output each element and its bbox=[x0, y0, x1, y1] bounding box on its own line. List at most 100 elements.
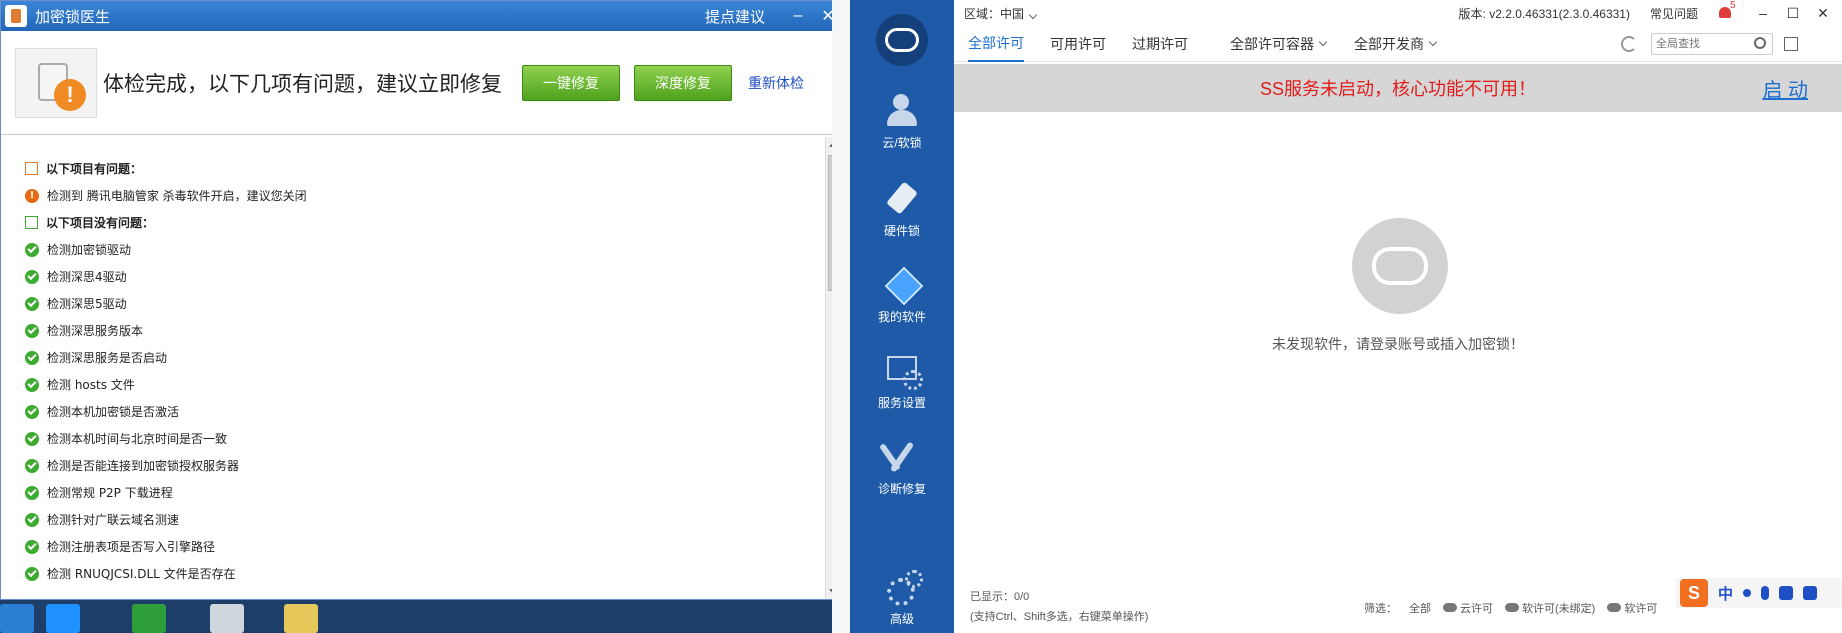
filter-soft[interactable]: 软许可 bbox=[1607, 600, 1657, 616]
check-circle-icon bbox=[25, 269, 39, 284]
license-manager-window: 云/软锁 硬件锁 我的软件 服务设置 诊断修复 高级 区域：中国 版本: v2.… bbox=[850, 0, 1842, 633]
check-circle-icon bbox=[25, 404, 39, 419]
wrench-icon bbox=[883, 438, 921, 476]
tab-all-licenses[interactable]: 全部许可 bbox=[968, 26, 1024, 62]
container-filter-dropdown[interactable]: 全部许可容器 bbox=[1230, 26, 1328, 62]
filter-soft-unbound[interactable]: 软许可(未绑定) bbox=[1505, 600, 1595, 616]
taskbar bbox=[0, 600, 842, 633]
microphone-icon[interactable] bbox=[1761, 586, 1770, 600]
tab-expired-licenses[interactable]: 过期许可 bbox=[1132, 26, 1188, 62]
suggest-link[interactable]: 提点建议 bbox=[705, 6, 765, 27]
service-settings-icon bbox=[883, 352, 923, 390]
keyboard-icon[interactable] bbox=[1779, 586, 1794, 600]
check-circle-icon bbox=[25, 242, 39, 257]
main-panel: 区域：中国 版本: v2.2.0.46331(2.3.0.46331) 常见问题… bbox=[954, 0, 1842, 633]
tab-available-licenses[interactable]: 可用许可 bbox=[1050, 26, 1106, 62]
filter-label: 筛选： bbox=[1364, 603, 1397, 615]
sidebar-item-hardware-lock[interactable]: 硬件锁 bbox=[850, 180, 954, 239]
check-item-text: 检测常规 P2P 下载进程 bbox=[47, 486, 173, 500]
alert-message: SS服务未启动，核心功能不可用！ bbox=[1259, 79, 1536, 99]
usb-key-icon bbox=[883, 180, 921, 218]
recheck-link[interactable]: 重新体检 bbox=[748, 73, 804, 93]
taskbar-app-icon[interactable] bbox=[210, 604, 244, 633]
refresh-icon[interactable] bbox=[1621, 36, 1637, 52]
cloud-user-icon bbox=[883, 92, 921, 130]
sogou-logo-icon[interactable]: S bbox=[1680, 579, 1708, 607]
one-click-repair-button[interactable]: 一键修复 bbox=[522, 64, 620, 101]
sidebar-item-service-settings[interactable]: 服务设置 bbox=[850, 352, 954, 411]
check-item: 检测 RNUQJCSI.DLL 文件是否存在 bbox=[1, 560, 825, 587]
ime-language-toggle[interactable]: 中 bbox=[1718, 583, 1733, 604]
selection-hint: (支持Ctrl、Shift多选，右键菜单操作) bbox=[970, 611, 1149, 623]
sidebar-item-my-software[interactable]: 我的软件 bbox=[850, 266, 954, 325]
service-alert-banner: SS服务未启动，核心功能不可用！ 启 动 bbox=[954, 64, 1842, 112]
check-item: 检测 hosts 文件 bbox=[1, 371, 825, 398]
region-selector[interactable]: 区域：中国 bbox=[964, 5, 1038, 22]
check-item: 检测深思4驱动 bbox=[1, 263, 825, 290]
gears-icon bbox=[883, 568, 923, 606]
cloud-icon bbox=[1443, 603, 1457, 612]
close-icon[interactable]: ✕ bbox=[1812, 3, 1834, 23]
sidebar-item-label: 服务设置 bbox=[877, 396, 926, 410]
section-header: 以下项目没有问题： bbox=[1, 209, 825, 236]
check-item: 检测本机时间与北京时间是否一致 bbox=[1, 425, 825, 452]
minimize-icon[interactable]: – bbox=[1752, 3, 1774, 23]
title-bar: 加密锁医生 提点建议 – ✕ bbox=[1, 1, 841, 31]
chevron-down-icon bbox=[1318, 37, 1328, 46]
check-item: 检测常规 P2P 下载进程 bbox=[1, 479, 825, 506]
dropdown-label: 全部开发商 bbox=[1354, 35, 1424, 52]
dropdown-label: 全部许可容器 bbox=[1230, 35, 1314, 52]
check-item: 检测加密锁驱动 bbox=[1, 236, 825, 263]
check-circle-icon bbox=[25, 512, 39, 527]
taskbar-app-icon[interactable] bbox=[0, 604, 34, 633]
filter-cloud[interactable]: 云许可 bbox=[1443, 600, 1493, 616]
taskbar-folder-icon[interactable] bbox=[284, 604, 318, 633]
check-circle-icon bbox=[25, 350, 39, 365]
check-item-text: 检测深思5驱动 bbox=[47, 297, 127, 311]
punctuation-icon[interactable] bbox=[1743, 589, 1752, 597]
deep-repair-button[interactable]: 深度修复 bbox=[634, 64, 732, 101]
version-text: 版本: v2.2.0.46331(2.3.0.46331) bbox=[1458, 6, 1630, 21]
grid-menu-icon[interactable] bbox=[1803, 586, 1818, 600]
result-headline: 体检完成，以下几项有问题，建议立即修复 bbox=[103, 72, 502, 96]
developer-filter-dropdown[interactable]: 全部开发商 bbox=[1354, 26, 1438, 62]
chevron-down-icon bbox=[1428, 37, 1438, 46]
taskbar-app-icon[interactable] bbox=[132, 604, 166, 633]
notification-bell-icon[interactable]: 5 bbox=[1718, 0, 1736, 20]
sidebar-item-label: 云/软锁 bbox=[882, 136, 922, 150]
chevron-down-icon bbox=[1028, 10, 1038, 19]
cloud-icon bbox=[1607, 603, 1622, 612]
check-item-text: 检测本机加密锁是否激活 bbox=[47, 405, 180, 419]
check-circle-icon bbox=[25, 296, 39, 311]
sidebar-item-advanced[interactable]: 高级 bbox=[850, 568, 954, 627]
sidebar-item-diagnose-repair[interactable]: 诊断修复 bbox=[850, 438, 954, 497]
background-window-strip bbox=[832, 0, 850, 633]
sidebar-item-cloud-soft-lock[interactable]: 云/软锁 bbox=[850, 92, 954, 151]
filter-all[interactable]: 全部 bbox=[1409, 600, 1431, 616]
faq-link[interactable]: 常见问题 bbox=[1650, 5, 1698, 22]
check-circle-icon bbox=[25, 377, 39, 392]
check-item-text: 检测本机时间与北京时间是否一致 bbox=[47, 432, 228, 446]
check-item: 检测针对广联云域名测速 bbox=[1, 506, 825, 533]
tab-bar: 全部许可 可用许可 过期许可 全部许可容器 全部开发商 bbox=[954, 26, 1842, 62]
sidebar-item-label: 高级 bbox=[889, 612, 914, 626]
top-bar: 区域：中国 版本: v2.2.0.46331(2.3.0.46331) 常见问题… bbox=[954, 0, 1842, 26]
lock-doctor-window: 加密锁医生 提点建议 – ✕ ! 体检完成，以下几项有问题，建议立即修复 一键修… bbox=[0, 0, 842, 600]
check-circle-icon bbox=[25, 485, 39, 500]
check-item-text: 以下项目有问题： bbox=[46, 162, 143, 176]
check-item-text: 检测 hosts 文件 bbox=[47, 378, 135, 392]
maximize-icon[interactable]: ☐ bbox=[1782, 3, 1804, 23]
search-icon[interactable] bbox=[1754, 37, 1766, 49]
issue-group-icon bbox=[25, 162, 38, 175]
taskbar-app-icon[interactable] bbox=[46, 604, 80, 633]
view-toggle-icon[interactable] bbox=[1784, 37, 1798, 51]
check-item-text: 检测注册表项是否写入引擎路径 bbox=[47, 540, 216, 554]
check-item: 检测本机加密锁是否激活 bbox=[1, 398, 825, 425]
sidebar-item-label: 诊断修复 bbox=[877, 482, 926, 496]
minimize-icon[interactable]: – bbox=[785, 5, 811, 27]
empty-cloud-icon bbox=[1352, 218, 1448, 314]
check-item-text: 检测深思服务是否启动 bbox=[47, 351, 168, 365]
filter-label-text: 云许可 bbox=[1460, 603, 1493, 615]
check-circle-icon bbox=[25, 539, 39, 554]
start-service-link[interactable]: 启 动 bbox=[1762, 74, 1808, 103]
